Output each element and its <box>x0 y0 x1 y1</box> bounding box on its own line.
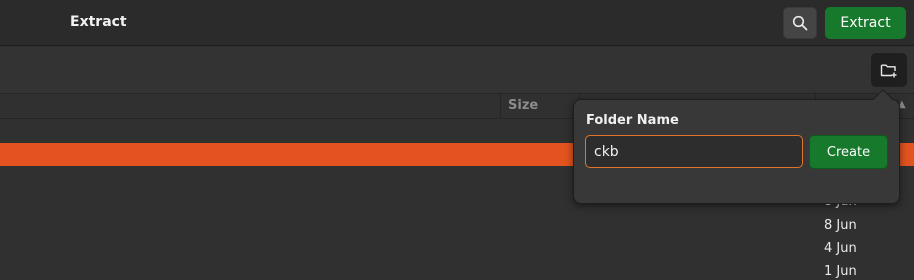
extract-dialog: Extract Extract Size ▲ 8 Jun 8 Jun 4 Jun… <box>0 0 914 280</box>
location-bar <box>0 47 914 94</box>
row-modified-date: 4 Jun <box>824 241 857 256</box>
header-bar: Extract <box>0 0 914 46</box>
row-modified-date: 1 Jun <box>824 264 857 279</box>
search-button[interactable] <box>783 7 817 39</box>
column-separator <box>500 94 501 119</box>
extract-button[interactable]: Extract <box>825 7 906 39</box>
create-button[interactable]: Create <box>809 135 888 169</box>
folder-new-icon <box>880 64 897 78</box>
row-modified-date: 8 Jun <box>824 218 857 233</box>
window-title: Extract <box>70 14 127 30</box>
folder-name-label: Folder Name <box>586 113 679 128</box>
search-icon <box>792 15 808 31</box>
folder-name-input[interactable] <box>585 135 803 168</box>
new-folder-button[interactable] <box>871 53 907 87</box>
column-header-size[interactable]: Size <box>508 98 538 113</box>
